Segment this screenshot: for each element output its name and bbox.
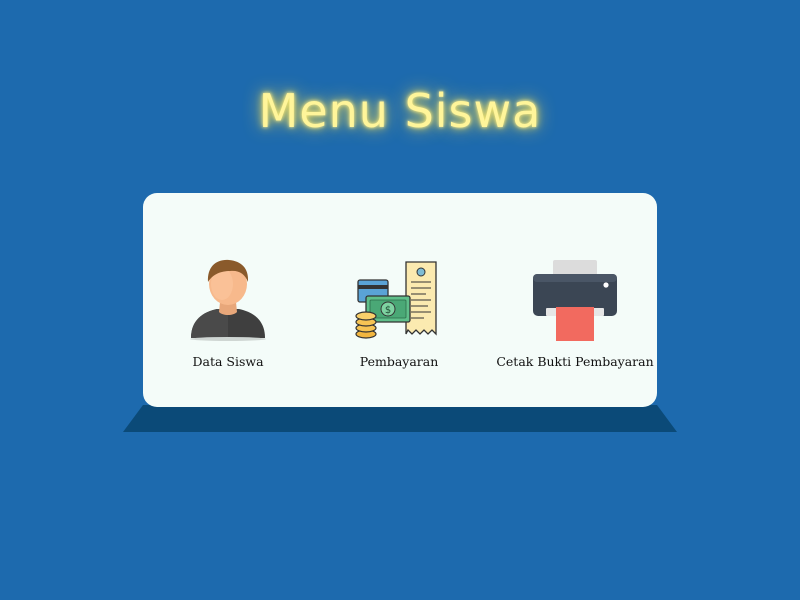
menu-item-data-siswa[interactable]: Data Siswa <box>143 253 313 383</box>
menu-item-label: Pembayaran <box>359 354 439 369</box>
menu-item-label: Data Siswa <box>192 354 264 369</box>
page: Menu Siswa Data Siswa $ Pembayaran Cetak… <box>0 0 800 600</box>
svg-text:$: $ <box>385 305 391 316</box>
menu-item-pembayaran[interactable]: $ Pembayaran <box>314 253 484 383</box>
user-icon <box>190 259 266 341</box>
menu-card: Data Siswa $ Pembayaran Cetak Bukti Pemb… <box>143 193 657 407</box>
menu-item-label: Cetak Bukti Pembayaran <box>496 354 654 369</box>
menu-item-cetak-bukti-pembayaran[interactable]: Cetak Bukti Pembayaran <box>490 253 660 383</box>
payment-icon: $ <box>355 261 437 339</box>
printer-icon <box>533 260 617 341</box>
